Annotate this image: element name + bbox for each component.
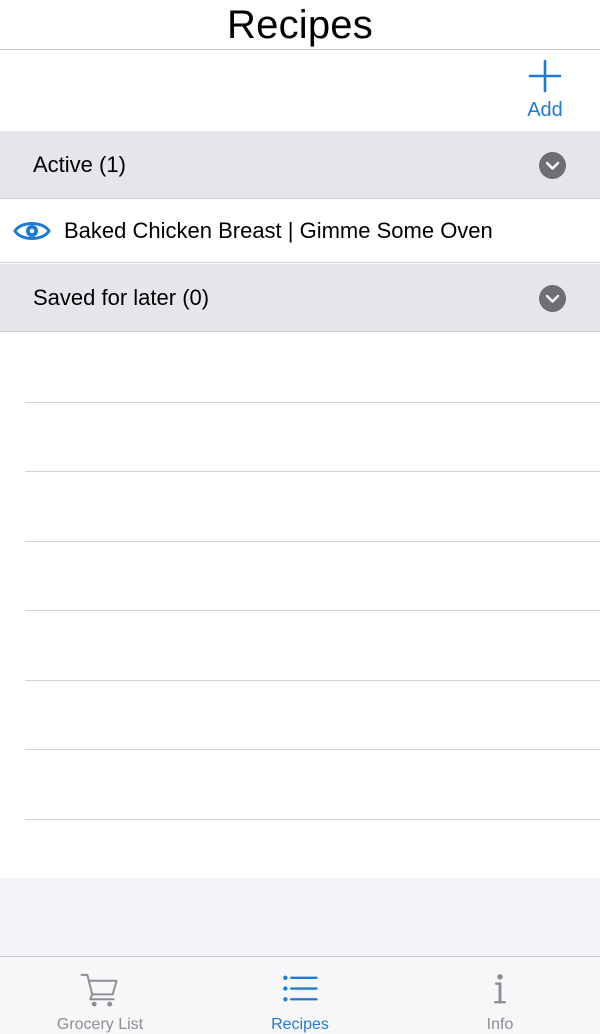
row-separator [25, 610, 600, 611]
eye-icon[interactable] [13, 218, 51, 244]
section-saved-label: Saved for later (0) [33, 284, 210, 310]
tab-bar: Grocery List Recipes Info [0, 956, 600, 1034]
add-recipe-button[interactable]: Add [518, 57, 572, 125]
chevron-down-icon[interactable] [539, 152, 566, 179]
cart-icon [80, 973, 118, 1007]
recipe-row[interactable]: Baked Chicken Breast | Gimme Some Oven [0, 200, 600, 263]
recipe-title: Baked Chicken Breast | Gimme Some Oven [64, 218, 493, 243]
row-separator [25, 402, 600, 403]
tab-grocery-list[interactable]: Grocery List [0, 957, 200, 1034]
chevron-down-icon[interactable] [539, 285, 566, 312]
row-separator [25, 471, 600, 472]
tab-info[interactable]: Info [400, 957, 600, 1034]
page-title: Recipes [227, 3, 373, 47]
row-separator [25, 749, 600, 750]
section-active-label: Active (1) [33, 151, 126, 177]
plus-icon [528, 59, 562, 93]
section-saved-header[interactable]: Saved for later (0) [0, 264, 600, 332]
empty-list [0, 333, 600, 878]
section-active-header[interactable]: Active (1) [0, 131, 600, 199]
tab-label: Recipes [271, 1016, 329, 1033]
row-separator [25, 680, 600, 681]
title-bar: Recipes [0, 0, 600, 50]
tab-label: Grocery List [56, 1016, 144, 1033]
add-label: Add [527, 99, 563, 121]
info-icon [493, 974, 507, 1004]
list-icon [283, 975, 318, 1002]
app-root: Recipes Add Active (1) Baked Chicken Bre… [0, 0, 600, 1034]
toolbar: Add [0, 51, 600, 131]
row-separator [25, 541, 600, 542]
footer-spacer [0, 878, 600, 956]
row-separator [25, 819, 600, 820]
tab-recipes[interactable]: Recipes [200, 957, 400, 1034]
tab-label: Info [486, 1016, 514, 1033]
